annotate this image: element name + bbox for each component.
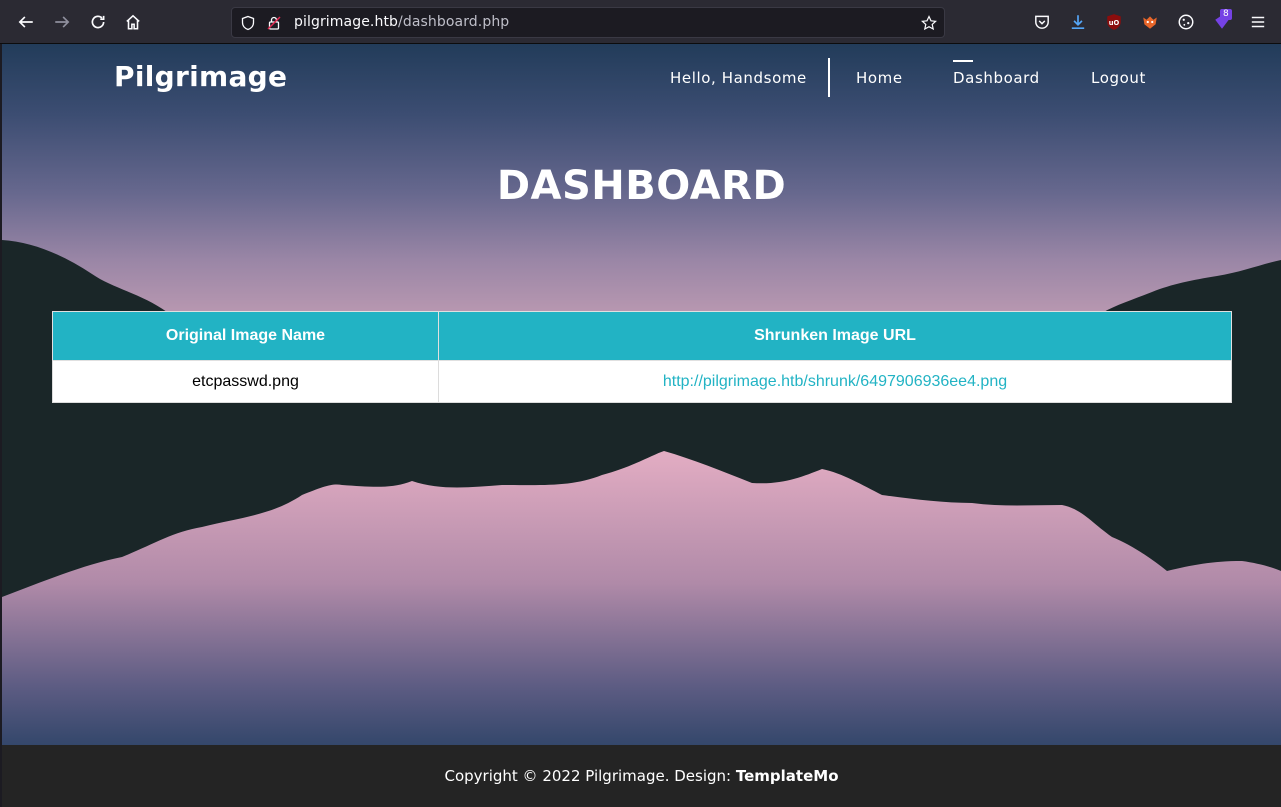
site-footer: Copyright © 2022 Pilgrimage. Design: Tem…: [2, 745, 1281, 807]
browser-toolbar: pilgrimage.htb/dashboard.php uO 8: [0, 0, 1281, 44]
forward-button[interactable]: [47, 7, 77, 37]
page-title: DASHBOARD: [496, 163, 787, 209]
back-button[interactable]: [11, 7, 41, 37]
mountain-reflection: [2, 451, 1281, 745]
download-icon: [1071, 15, 1085, 30]
url-path: /dashboard.php: [398, 14, 510, 30]
tracking-shield-icon[interactable]: [240, 15, 256, 31]
footer-copyright-text: Copyright © 2022 Pilgrimage. Design:: [444, 767, 736, 785]
footer-copyright: Copyright © 2022 Pilgrimage. Design: Tem…: [2, 767, 1281, 785]
images-table: Original Image Name Shrunken Image URL e…: [52, 311, 1232, 403]
forward-arrow-icon: [55, 16, 70, 28]
ublock-origin-icon: uO: [1107, 14, 1121, 30]
reload-button[interactable]: [83, 7, 113, 37]
downloads-button[interactable]: [1063, 7, 1093, 37]
home-icon: [126, 14, 140, 30]
foxyproxy-extension-button[interactable]: [1135, 7, 1165, 37]
web-page: Pilgrimage Hello, Handsome Home Dashboar…: [2, 44, 1281, 807]
extension-badge: 8: [1220, 9, 1232, 20]
url-text[interactable]: pilgrimage.htb/dashboard.php: [294, 14, 509, 30]
column-header-shrunken-url: Shrunken Image URL: [438, 311, 1232, 361]
reload-icon: [91, 15, 105, 29]
table-row: etcpasswd.png http://pilgrimage.htb/shru…: [52, 360, 1232, 403]
shrunken-url-cell: http://pilgrimage.htb/shrunk/6497906936e…: [438, 360, 1232, 403]
bookmark-star-icon[interactable]: [921, 15, 937, 31]
hamburger-menu-icon: [1251, 16, 1265, 28]
pocket-button[interactable]: [1027, 7, 1057, 37]
nav-greeting: Hello, Handsome: [670, 69, 807, 87]
nav-home-link[interactable]: Home: [856, 69, 903, 87]
url-host: pilgrimage.htb: [294, 14, 399, 30]
site-brand-logo[interactable]: Pilgrimage: [114, 60, 287, 93]
footer-templatemo-link[interactable]: TemplateMo: [736, 767, 839, 785]
original-image-name-cell: etcpasswd.png: [52, 360, 439, 403]
cookie-extension-button[interactable]: [1171, 7, 1201, 37]
back-arrow-icon: [18, 16, 33, 28]
nav-dashboard-link[interactable]: Dashboard: [953, 69, 1040, 87]
shrunken-image-link[interactable]: http://pilgrimage.htb/shrunk/6497906936e…: [663, 373, 1007, 390]
insecure-lock-icon[interactable]: [266, 15, 282, 31]
fox-icon: [1143, 16, 1157, 29]
table-header-row: Original Image Name Shrunken Image URL: [52, 311, 1232, 361]
nav-active-indicator: [953, 60, 973, 62]
svg-text:uO: uO: [1109, 19, 1120, 27]
home-button[interactable]: [118, 7, 148, 37]
nav-logout-link[interactable]: Logout: [1091, 69, 1146, 87]
url-bar[interactable]: pilgrimage.htb/dashboard.php: [231, 7, 945, 38]
pocket-icon: [1035, 15, 1049, 29]
ublock-extension-button[interactable]: uO: [1099, 7, 1129, 37]
cookie-icon: [1178, 14, 1194, 30]
nav-divider: [828, 58, 830, 97]
column-header-original-name: Original Image Name: [52, 311, 439, 361]
app-menu-button[interactable]: [1243, 7, 1273, 37]
lake-reflection: [2, 437, 1281, 745]
